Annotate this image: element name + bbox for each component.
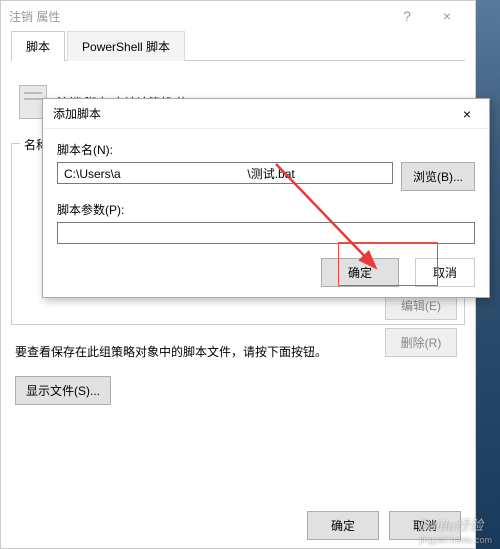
modal-body: 脚本名(N): 浏览(B)... 脚本参数(P):	[43, 129, 489, 264]
script-name-label: 脚本名(N):	[57, 141, 475, 158]
modal-ok-button[interactable]: 确定	[321, 258, 399, 287]
script-name-input[interactable]	[57, 162, 393, 184]
script-name-row: 浏览(B)...	[57, 162, 475, 191]
remove-button[interactable]: 删除(R)	[385, 328, 457, 357]
show-files-button[interactable]: 显示文件(S)...	[15, 376, 111, 405]
parent-window-title: 注销 属性	[9, 8, 387, 25]
script-params-row	[57, 222, 475, 244]
modal-footer: 确定 取消	[321, 258, 475, 287]
modal-cancel-button[interactable]: 取消	[415, 258, 475, 287]
watermark-sub: jingyan.baidu.com	[419, 535, 492, 545]
modal-titlebar: 添加脚本 ×	[43, 99, 489, 129]
tab-scripts[interactable]: 脚本	[11, 31, 65, 61]
close-icon[interactable]: ×	[427, 8, 467, 24]
watermark: Baidu经验 jingyan.baidu.com	[419, 515, 492, 545]
parent-titlebar: 注销 属性 ? ×	[1, 1, 475, 31]
browse-button[interactable]: 浏览(B)...	[401, 162, 475, 191]
modal-close-icon[interactable]: ×	[455, 106, 479, 122]
help-icon[interactable]: ?	[387, 8, 427, 24]
tab-strip: 脚本 PowerShell 脚本	[11, 31, 465, 61]
side-buttons: 编辑(E) 删除(R)	[385, 291, 457, 357]
tab-powershell-scripts[interactable]: PowerShell 脚本	[67, 31, 185, 61]
parent-ok-button[interactable]: 确定	[307, 511, 379, 540]
script-params-input[interactable]	[57, 222, 475, 244]
watermark-main: Baidu经验	[419, 517, 483, 533]
add-script-dialog: 添加脚本 × 脚本名(N): 浏览(B)... 脚本参数(P): 确定 取消	[42, 98, 490, 298]
modal-title: 添加脚本	[53, 105, 455, 122]
script-params-label: 脚本参数(P):	[57, 201, 475, 218]
